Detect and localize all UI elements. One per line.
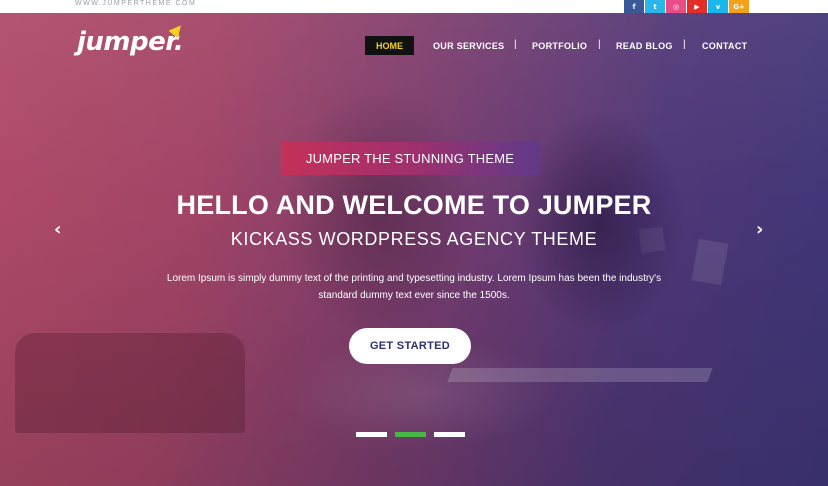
hero-description-line: standard dummy text ever since the 1500s… — [318, 290, 510, 301]
next-slide-arrow-icon[interactable]: › — [756, 219, 763, 240]
slider-dot-active[interactable] — [395, 432, 426, 437]
nav-portfolio[interactable]: PORTFOLIO — [532, 41, 587, 51]
nav-read-blog[interactable]: READ BLOG — [616, 41, 673, 51]
slider-pagination — [356, 432, 473, 437]
hero-headline: HELLO AND WELCOME TO JUMPER — [176, 190, 652, 220]
vimeo-icon[interactable]: v — [708, 0, 728, 13]
hero-description: Lorem Ipsum is simply dummy text of the … — [130, 270, 698, 304]
get-started-button[interactable]: GET STARTED — [349, 328, 471, 364]
twitter-icon[interactable]: t — [645, 0, 665, 13]
prev-slide-arrow-icon[interactable]: ‹ — [54, 219, 61, 240]
site-url[interactable]: WWW.JUMPERTHEME.COM — [75, 0, 196, 8]
slider-dot[interactable] — [434, 432, 465, 437]
hero-tagline: JUMPER THE STUNNING THEME — [281, 142, 539, 175]
nav-home[interactable]: HOME — [365, 36, 414, 55]
youtube-icon[interactable]: ▶ — [687, 0, 707, 13]
nav-separator: | — [514, 39, 517, 50]
top-bar: WWW.JUMPERTHEME.COM f t ◎ ▶ v G+ — [0, 0, 828, 13]
logo[interactable]: jumper. — [77, 27, 184, 57]
slider-dot[interactable] — [356, 432, 387, 437]
social-links: f t ◎ ▶ v G+ — [624, 0, 750, 13]
dribbble-icon[interactable]: ◎ — [666, 0, 686, 13]
hero-subheadline: KICKASS WORDPRESS AGENCY THEME — [230, 229, 598, 249]
nav-separator: | — [598, 39, 601, 50]
hero-description-line: Lorem Ipsum is simply dummy text of the … — [166, 273, 662, 284]
nav-contact[interactable]: CONTACT — [702, 41, 747, 51]
google-plus-icon[interactable]: G+ — [729, 0, 749, 13]
nav-our-services[interactable]: OUR SERVICES — [433, 41, 504, 51]
nav-separator: | — [683, 39, 686, 50]
facebook-icon[interactable]: f — [624, 0, 644, 13]
